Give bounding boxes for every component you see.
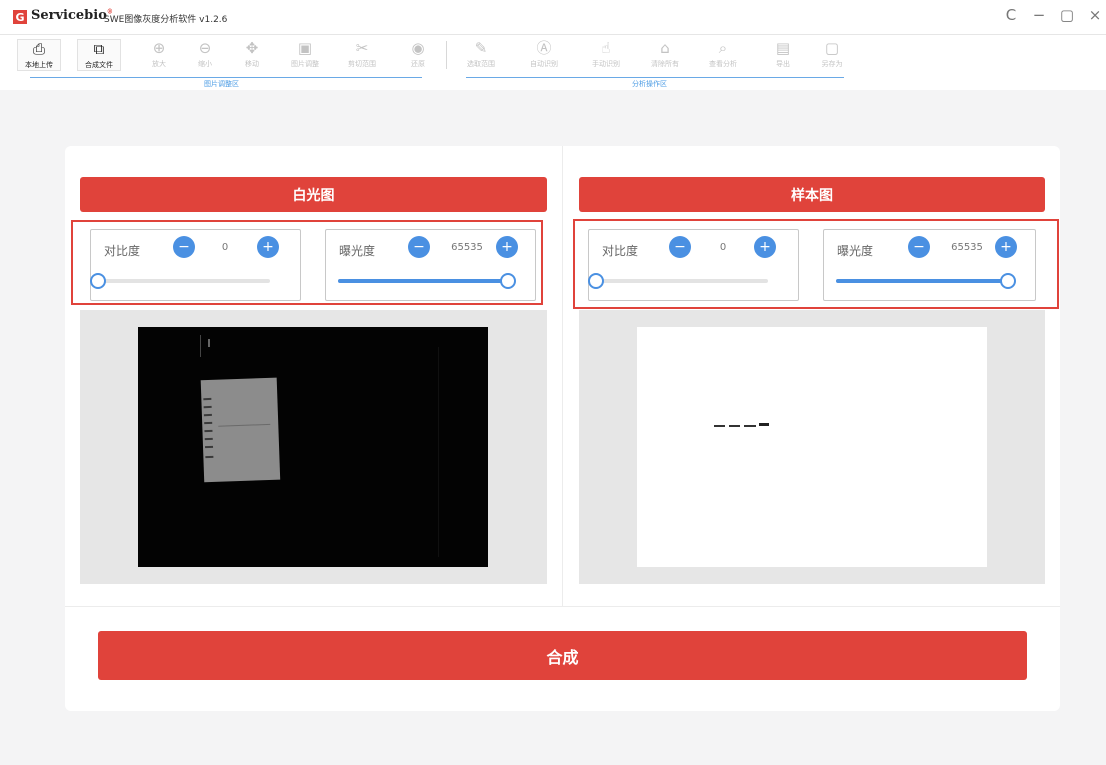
tool-label: 移动 — [245, 60, 259, 68]
move-icon: ✥ — [245, 39, 259, 57]
image-group-label: 图片调整区 — [204, 80, 239, 88]
tool-select-range-button[interactable]: ✎ 选取范围 — [459, 39, 503, 71]
tool-label: 图片调整 — [291, 60, 319, 68]
close-icon[interactable]: × — [1086, 6, 1104, 24]
row-divider — [65, 606, 1060, 607]
tool-label: 查看分析 — [709, 60, 737, 68]
scissors-icon: ✂ — [355, 39, 369, 57]
tool-label: 本地上传 — [25, 61, 53, 69]
analysis-group-underline — [466, 77, 844, 78]
tool-zoom-out-button[interactable]: ⊖ 缩小 — [183, 39, 227, 71]
tool-label: 还原 — [411, 60, 425, 68]
merge-button[interactable]: 合成 — [98, 631, 1027, 680]
save-as-icon: ▢ — [824, 39, 840, 57]
sample-image — [637, 327, 987, 567]
tool-label: 放大 — [152, 60, 166, 68]
tool-manual-detect-button[interactable]: ☝ 手动识别 — [584, 39, 628, 71]
white-light-image — [138, 327, 488, 567]
tool-clear-all-button[interactable]: ⌂ 清除所有 — [643, 39, 687, 71]
image-group-underline — [30, 77, 422, 78]
upload-icon: ⎙ — [32, 40, 45, 58]
tool-composite-button[interactable]: ⧉ 合成文件 — [77, 39, 121, 71]
tool-label: 另存为 — [821, 60, 843, 68]
tool-view-analysis-button[interactable]: ⌕ 查看分析 — [701, 39, 745, 71]
manual-detect-icon: ☝ — [601, 39, 611, 57]
analysis-group-label: 分析操作区 — [632, 80, 667, 88]
app-logo-icon: G — [13, 10, 27, 24]
tool-label: 选取范围 — [467, 60, 495, 68]
view-analysis-icon: ⌕ — [718, 39, 728, 57]
tool-label: 手动识别 — [592, 60, 620, 68]
title-bar: G Servicebio® SWE图像灰度分析软件 v1.2.6 C − ▢ × — [0, 0, 1106, 34]
tool-label: 导出 — [776, 60, 790, 68]
restore-icon: ◉ — [411, 39, 425, 57]
tool-label: 缩小 — [198, 60, 212, 68]
clear-all-icon: ⌂ — [660, 39, 670, 57]
sample-header: 样本图 — [579, 177, 1045, 212]
maximize-icon[interactable]: ▢ — [1058, 6, 1076, 24]
right-highlight-frame — [573, 219, 1059, 309]
tool-image-adjust-button[interactable]: ▣ 图片调整 — [283, 39, 327, 71]
tool-label: 合成文件 — [85, 61, 113, 69]
refresh-icon[interactable]: C — [1002, 6, 1020, 24]
window-controls: C − ▢ × — [1002, 6, 1106, 24]
composite-icon: ⧉ — [93, 40, 105, 58]
zoom-in-icon: ⊕ — [152, 39, 166, 57]
tool-label: 清除所有 — [651, 60, 679, 68]
white-light-header: 白光图 — [80, 177, 547, 212]
tool-save-as-button[interactable]: ▢ 另存为 — [810, 39, 854, 71]
tool-label: 剪切范围 — [348, 60, 376, 68]
tool-export-button[interactable]: ▤ 导出 — [761, 39, 805, 71]
export-icon: ▤ — [775, 39, 791, 57]
brand-name: Servicebio® — [31, 8, 113, 23]
tool-crop-range-button[interactable]: ✂ 剪切范围 — [340, 39, 384, 71]
image-adjust-icon: ▣ — [297, 39, 313, 57]
tool-upload-button[interactable]: ⎙ 本地上传 — [17, 39, 61, 71]
blot-bands-graphic — [637, 327, 987, 567]
tool-label: 自动识别 — [530, 60, 558, 68]
select-range-icon: ✎ — [474, 39, 488, 57]
tool-move-button[interactable]: ✥ 移动 — [230, 39, 274, 71]
tool-zoom-in-button[interactable]: ⊕ 放大 — [137, 39, 181, 71]
tool-auto-detect-button[interactable]: Ⓐ 自动识别 — [522, 39, 566, 71]
left-highlight-frame — [71, 220, 543, 305]
toolbar: ⎙ 本地上传 ⧉ 合成文件 ⊕ 放大 ⊖ 缩小 ✥ 移动 ▣ 图片调整 ✂ 剪切… — [0, 34, 1106, 90]
tool-restore-button[interactable]: ◉ 还原 — [396, 39, 440, 71]
minimize-icon[interactable]: − — [1030, 6, 1048, 24]
column-divider — [562, 146, 563, 606]
membrane-graphic — [138, 327, 488, 567]
app-title: SWE图像灰度分析软件 v1.2.6 — [104, 15, 228, 25]
zoom-out-icon: ⊖ — [198, 39, 212, 57]
toolbar-divider — [446, 41, 447, 69]
auto-detect-icon: Ⓐ — [536, 39, 552, 57]
